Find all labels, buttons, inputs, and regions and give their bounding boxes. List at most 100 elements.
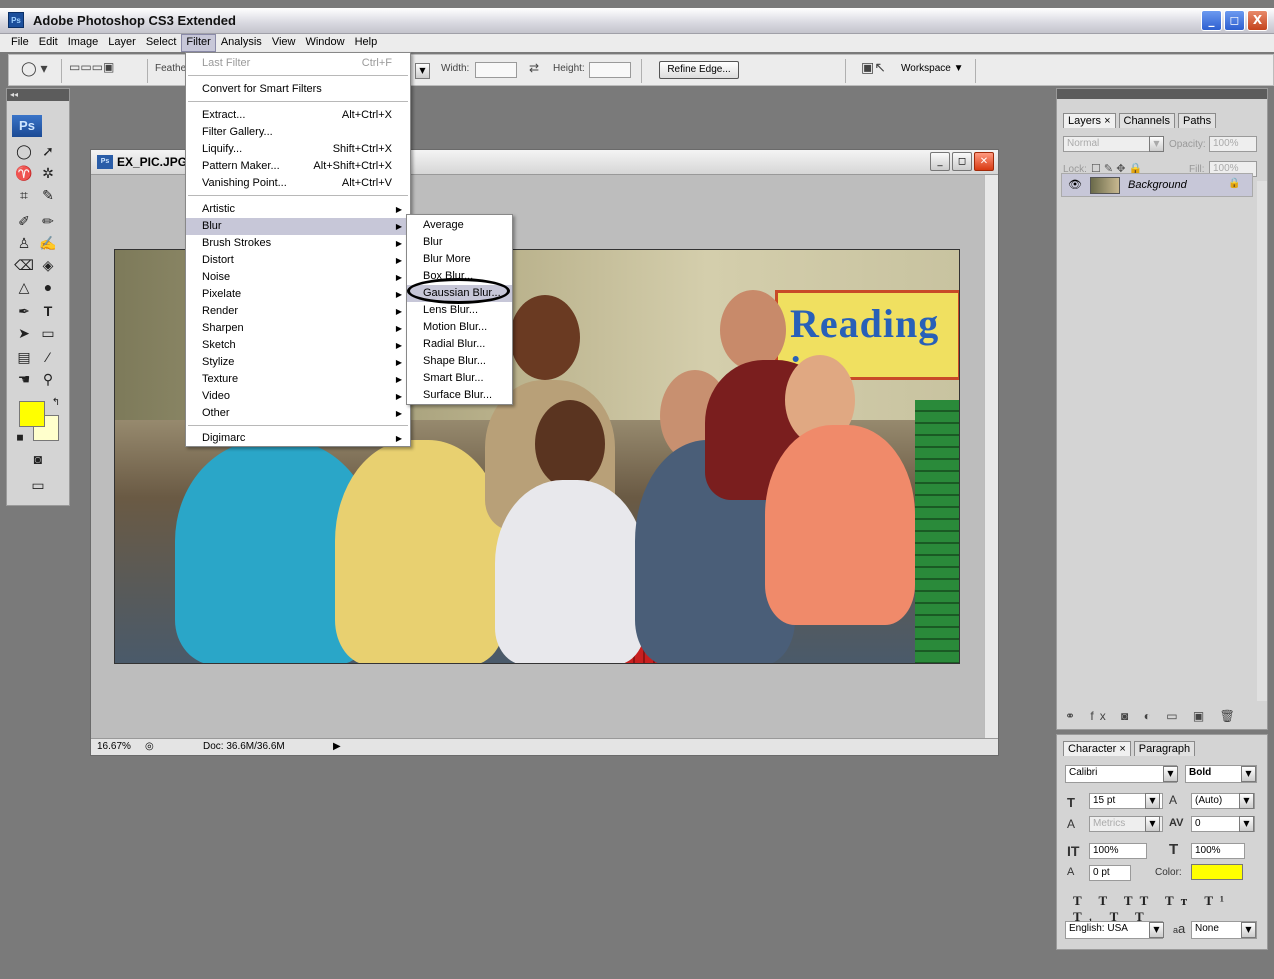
move-tool-icon[interactable]: ➚ [37, 141, 59, 161]
minimize-button[interactable]: _ [1201, 10, 1222, 31]
kerning-dropdown-icon[interactable]: ▼ [1145, 816, 1160, 832]
filter-submenu-item[interactable]: Pixelate ▶ [186, 286, 410, 303]
blur-submenu-item[interactable]: Blur More [407, 251, 512, 268]
filter-menu-item[interactable]: Extract... Alt+Ctrl+X [186, 107, 410, 124]
menu-window[interactable]: Window [300, 34, 349, 52]
pen-tool-icon[interactable]: ✒ [13, 301, 35, 321]
zoom-tool-icon[interactable]: ⚲ [37, 369, 59, 389]
paint-bucket-tool-icon[interactable]: ◈ [37, 255, 59, 275]
foreground-color-swatch[interactable] [19, 401, 45, 427]
tracking-dropdown-icon[interactable]: ▼ [1239, 816, 1254, 832]
marquee-tool-icon[interactable]: ◯ [13, 141, 35, 161]
style-dropdown-icon[interactable]: ▼ [415, 63, 430, 79]
menu-analysis[interactable]: Analysis [216, 34, 267, 52]
brush-tool-icon[interactable]: ✏ [37, 211, 59, 231]
doc-minimize-button[interactable]: _ [930, 152, 950, 171]
rectangle-tool-icon[interactable]: ▭ [37, 323, 59, 343]
close-button[interactable]: X [1247, 10, 1268, 31]
maximize-button[interactable]: ◻ [1224, 10, 1245, 31]
filter-submenu-item[interactable]: Sketch ▶ [186, 337, 410, 354]
font-style-dropdown-icon[interactable]: ▼ [1241, 766, 1256, 782]
antialias-dropdown-icon[interactable]: ▼ [1241, 922, 1256, 938]
layers-footer-icons[interactable]: ⚭ fx ◙ ◐ ▭ ▣ 🗑 [1065, 709, 1241, 723]
horizontal-scale-input[interactable]: 100% [1191, 843, 1245, 859]
opacity-input[interactable]: 100% [1209, 136, 1257, 152]
tab-layers[interactable]: Layers × [1063, 113, 1116, 128]
filter-submenu-item[interactable]: Brush Strokes ▶ [186, 235, 410, 252]
baseline-shift-input[interactable]: 0 pt [1089, 865, 1131, 881]
tab-character[interactable]: Character × [1063, 741, 1131, 756]
menu-image[interactable]: Image [63, 34, 104, 52]
filter-menu-item[interactable]: Vanishing Point... Alt+Ctrl+V [186, 175, 410, 192]
slice-tool-icon[interactable]: ✎ [37, 185, 59, 205]
blur-tool-icon[interactable]: △ [13, 277, 35, 297]
doc-close-button[interactable]: ✕ [974, 152, 994, 171]
menu-help[interactable]: Help [350, 34, 383, 52]
filter-submenu-item-blur[interactable]: Blur ▶ [186, 218, 410, 235]
tab-paragraph[interactable]: Paragraph [1133, 741, 1196, 756]
blur-submenu-item[interactable]: Motion Blur... [407, 319, 512, 336]
blur-submenu-item[interactable]: Average [407, 217, 512, 234]
eraser-tool-icon[interactable]: ⌫ [13, 255, 35, 275]
filter-menu-item[interactable]: Last Filter Ctrl+F [186, 55, 410, 72]
marquee-preset-icon[interactable]: ◯ ▾ [21, 60, 48, 77]
text-color-swatch[interactable] [1191, 864, 1243, 880]
eye-icon[interactable]: 👁 [1068, 178, 1082, 191]
healing-brush-tool-icon[interactable]: ✐ [13, 211, 35, 231]
filter-submenu-item[interactable]: Other ▶ [186, 405, 410, 422]
filter-menu-item[interactable]: Pattern Maker... Alt+Shift+Ctrl+X [186, 158, 410, 175]
filter-submenu-item[interactable]: Video ▶ [186, 388, 410, 405]
hand-tool-icon[interactable]: ☚ [13, 369, 35, 389]
notes-tool-icon[interactable]: ▤ [13, 347, 35, 367]
height-input[interactable] [589, 62, 631, 78]
layer-row-background[interactable]: 👁 Background 🔒 [1061, 173, 1253, 197]
vertical-scale-input[interactable]: 100% [1089, 843, 1147, 859]
type-tool-icon[interactable]: T [37, 301, 59, 321]
filter-menu-item[interactable]: Convert for Smart Filters [186, 81, 410, 98]
crop-tool-icon[interactable]: ⌗ [13, 185, 35, 205]
blur-submenu-item[interactable]: Lens Blur... [407, 302, 512, 319]
blend-mode-select[interactable]: Normal [1063, 136, 1153, 152]
blur-submenu-item[interactable]: Smart Blur... [407, 370, 512, 387]
filter-submenu-item[interactable]: Noise ▶ [186, 269, 410, 286]
swap-icon[interactable]: ⇄ [529, 61, 539, 75]
font-family-select[interactable]: Calibri [1065, 765, 1177, 783]
quick-mask-icon[interactable]: ◙ [27, 449, 49, 469]
selection-mode-icons[interactable]: ▭▭▭▣ [69, 60, 114, 74]
eyedropper-tool-icon[interactable]: ⁄ [37, 347, 59, 367]
path-selection-tool-icon[interactable]: ➤ [13, 323, 35, 343]
language-dropdown-icon[interactable]: ▼ [1149, 922, 1164, 938]
workspace-button[interactable]: Workspace ▼ [901, 63, 964, 74]
vertical-scrollbar[interactable] [984, 175, 998, 738]
menu-filter[interactable]: Filter [181, 34, 216, 52]
filter-submenu-item[interactable]: Distort ▶ [186, 252, 410, 269]
tools-collapse-icon[interactable]: ◂◂ [7, 89, 69, 101]
swap-colors-icon[interactable]: ↰ [45, 393, 67, 413]
tab-channels[interactable]: Channels [1118, 113, 1175, 128]
layers-scrollbar[interactable] [1257, 181, 1267, 701]
screen-mode-icon[interactable]: ▭ [27, 475, 49, 495]
menu-select[interactable]: Select [141, 34, 182, 52]
zoom-level[interactable]: 16.67% [97, 741, 131, 752]
clone-stamp-tool-icon[interactable]: ♙ [13, 233, 35, 253]
blur-submenu-item[interactable]: Shape Blur... [407, 353, 512, 370]
bridge-icon[interactable]: ▣↖ [861, 59, 886, 76]
tab-paths[interactable]: Paths [1177, 113, 1217, 128]
history-brush-tool-icon[interactable]: ✍ [37, 233, 59, 253]
magic-wand-tool-icon[interactable]: ✲ [37, 163, 59, 183]
font-family-dropdown-icon[interactable]: ▼ [1163, 766, 1178, 782]
menu-file[interactable]: File [6, 34, 34, 52]
filter-menu-item[interactable]: Liquify... Shift+Ctrl+X [186, 141, 410, 158]
menu-layer[interactable]: Layer [103, 34, 141, 52]
filter-submenu-item[interactable]: Stylize ▶ [186, 354, 410, 371]
doc-maximize-button[interactable]: ◻ [952, 152, 972, 171]
filter-submenu-item[interactable]: Sharpen ▶ [186, 320, 410, 337]
filter-submenu-item[interactable]: Artistic ▶ [186, 201, 410, 218]
dodge-tool-icon[interactable]: ● [37, 277, 59, 297]
filter-submenu-item[interactable]: Digimarc ▶ [186, 430, 410, 447]
status-menu-arrow-icon[interactable]: ▶ [333, 741, 341, 752]
blur-submenu-item[interactable]: Surface Blur... [407, 387, 512, 404]
filter-menu-item[interactable]: Filter Gallery... [186, 124, 410, 141]
default-colors-icon[interactable]: ◼ [9, 427, 31, 447]
blend-mode-dropdown-icon[interactable]: ▼ [1149, 136, 1164, 152]
